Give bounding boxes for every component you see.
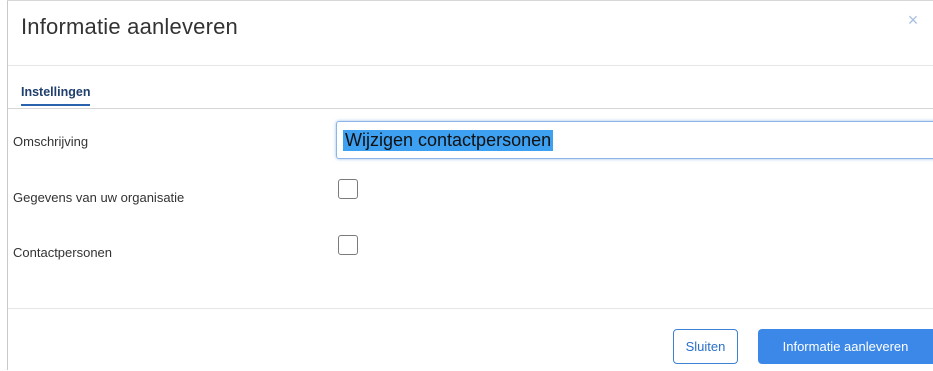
description-value: Wijzigen contactpersonen [343, 130, 554, 151]
description-label: Omschrijving [13, 134, 89, 149]
modal-dialog: Informatie aanleveren × Instellingen Oms… [0, 0, 933, 370]
organization-data-checkbox[interactable] [338, 179, 358, 199]
contacts-checkbox[interactable] [338, 235, 358, 255]
description-input[interactable]: Wijzigen contactpersonen [336, 121, 933, 159]
modal-footer: Sluiten Informatie aanleveren [8, 308, 933, 371]
tab-instellingen[interactable]: Instellingen [21, 85, 91, 106]
organization-data-label: Gegevens van uw organisatie [13, 190, 185, 205]
modal-title: Informatie aanleveren [21, 14, 238, 39]
modal-header: Informatie aanleveren × [8, 0, 933, 66]
submit-button[interactable]: Informatie aanleveren [758, 329, 933, 364]
close-button[interactable]: Sluiten [673, 329, 738, 364]
close-icon[interactable]: × [903, 10, 923, 30]
tab-bar: Instellingen [8, 84, 933, 109]
contacts-label: Contactpersonen [13, 245, 113, 260]
